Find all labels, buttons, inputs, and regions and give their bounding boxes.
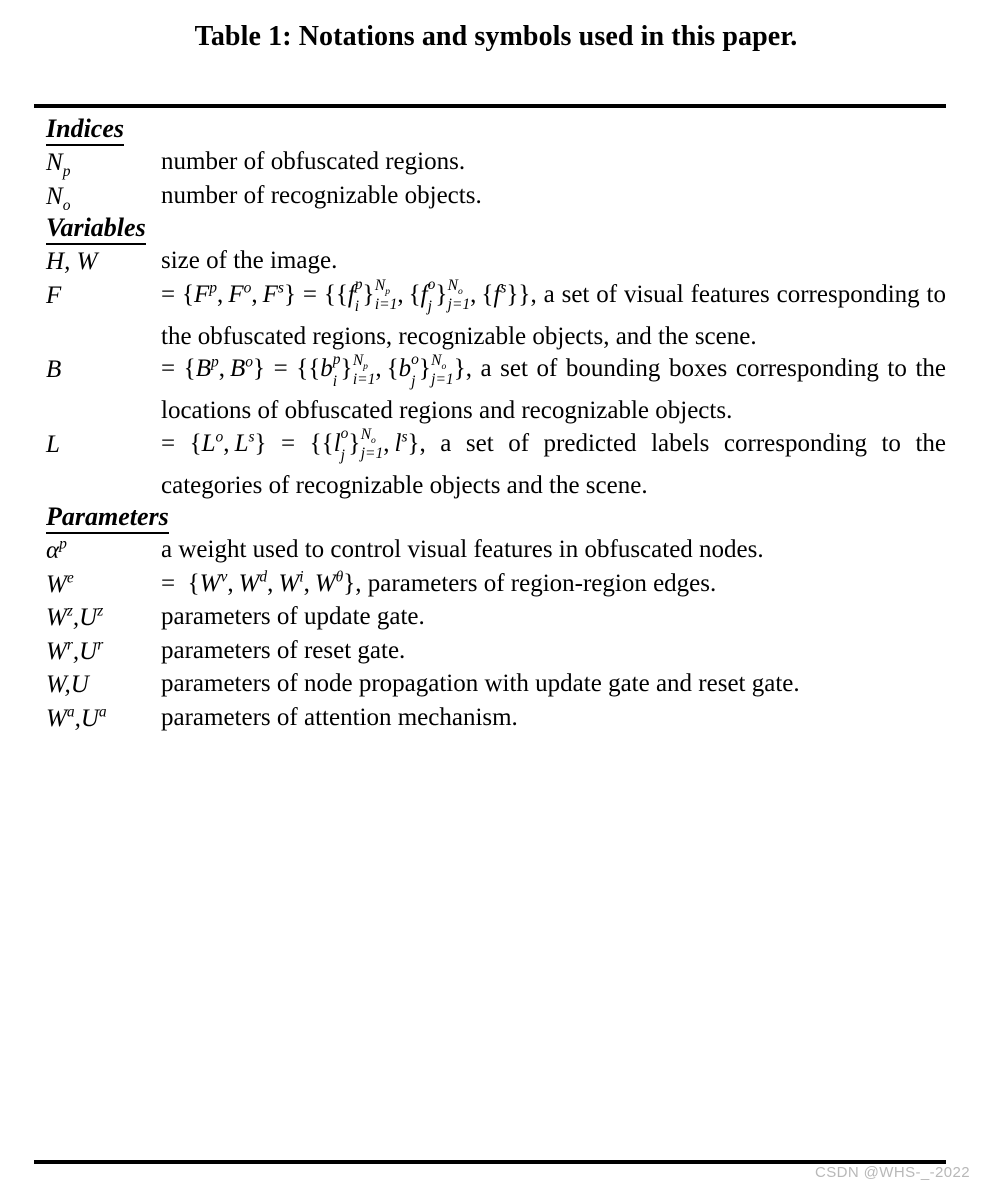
symbol-n-p: Np bbox=[46, 149, 71, 181]
group-heading-parameters: Parameters bbox=[46, 502, 169, 535]
group-indices-heading-row: Indices bbox=[46, 114, 946, 147]
math-l-definition: = {Lo, Ls} = {{l o j} No j=1, ls} bbox=[161, 425, 420, 465]
group-parameters-heading-row: Parameters bbox=[46, 502, 946, 535]
symbol-w-e: We bbox=[46, 569, 74, 598]
table-body: Indices Np number of obfuscated regions.… bbox=[46, 114, 946, 735]
desc-alpha-p: a weight used to control visual features… bbox=[161, 536, 764, 564]
table-top-rule bbox=[34, 104, 946, 108]
symbol-w-u: W,U bbox=[46, 671, 89, 699]
symbol-w-z-u-z: Wz,Uz bbox=[46, 603, 104, 632]
desc-w-e: = {Wv, Wd, Wi, Wθ}, parameters of region… bbox=[161, 568, 946, 601]
table-row: Wz,Uz parameters of update gate. bbox=[46, 601, 946, 635]
desc-w-r-u-r: parameters of reset gate. bbox=[161, 636, 406, 664]
table-row: No number of recognizable objects. bbox=[46, 180, 946, 214]
table-row: Wa,Ua parameters of attention mechanism. bbox=[46, 702, 946, 736]
symbol-f: F bbox=[46, 281, 62, 309]
math-f-definition: = {Fp, Fo, Fs} = {{f p i} Np i=1, {f o j} No j=1… bbox=[161, 276, 531, 316]
table-row: We = {Wv, Wd, Wi, Wθ}, parameters of reg… bbox=[46, 568, 946, 602]
table-page: Table 1: Notations and symbols used in t… bbox=[0, 0, 992, 1190]
table-row: Np number of obfuscated regions. bbox=[46, 146, 946, 180]
symbol-n-o: No bbox=[46, 182, 71, 214]
symbol-w-a-u-a: Wa,Ua bbox=[46, 703, 107, 732]
symbol-alpha-p: αp bbox=[46, 536, 67, 565]
desc-n-p: number of obfuscated regions. bbox=[161, 148, 466, 176]
table-row: Wr,Ur parameters of reset gate. bbox=[46, 635, 946, 669]
table-row: αp a weight used to control visual featu… bbox=[46, 534, 946, 568]
group-heading-variables: Variables bbox=[46, 213, 146, 246]
math-b-definition: = {Bp, Bo} = {{b p i} Np i=1, {b o j} No j=1} bbox=[161, 350, 466, 390]
desc-n-o: number of recognizable objects. bbox=[161, 181, 482, 209]
desc-w-z-u-z: parameters of update gate. bbox=[161, 603, 425, 631]
table-row: W,U parameters of node propagation with … bbox=[46, 668, 946, 702]
table-row: F = {Fp, Fo, Fs} = {{f p i} Np i=1, {f o j} No j… bbox=[46, 276, 946, 354]
csdn-watermark: CSDN @WHS-_-2022 bbox=[815, 1164, 970, 1181]
group-heading-indices: Indices bbox=[46, 114, 124, 147]
desc-b: = {Bp, Bo} = {{b p i} Np i=1, {b o j} No j=1}, a… bbox=[161, 350, 946, 428]
math-we-definition: = {Wv, Wd, Wi, Wθ} bbox=[161, 568, 356, 597]
symbol-l: L bbox=[46, 430, 60, 458]
desc-h-w: size of the image. bbox=[161, 247, 338, 275]
desc-f: = {Fp, Fo, Fs} = {{f p i} Np i=1, {f o j} No j=1… bbox=[161, 276, 946, 354]
desc-we-tail: , parameters of region-region edges. bbox=[355, 569, 717, 597]
group-variables-heading-row: Variables bbox=[46, 213, 946, 246]
desc-w-u: parameters of node propagation with upda… bbox=[161, 670, 800, 698]
table-bottom-rule bbox=[34, 1160, 946, 1164]
table-row: L = {Lo, Ls} = {{l o j} No j=1, ls}, a set o… bbox=[46, 425, 946, 503]
symbol-w-r-u-r: Wr,Ur bbox=[46, 636, 104, 665]
table-row: B = {Bp, Bo} = {{b p i} Np i=1, {b o j} No j=1},… bbox=[46, 350, 946, 428]
table-row: H, W size of the image. bbox=[46, 245, 946, 279]
symbol-h-w: H, W bbox=[46, 248, 98, 276]
desc-l: = {Lo, Ls} = {{l o j} No j=1, ls}, a set of … bbox=[161, 425, 946, 503]
desc-w-a-u-a: parameters of attention mechanism. bbox=[161, 703, 518, 731]
table-caption: Table 1: Notations and symbols used in t… bbox=[194, 21, 798, 52]
symbol-b: B bbox=[46, 356, 62, 384]
